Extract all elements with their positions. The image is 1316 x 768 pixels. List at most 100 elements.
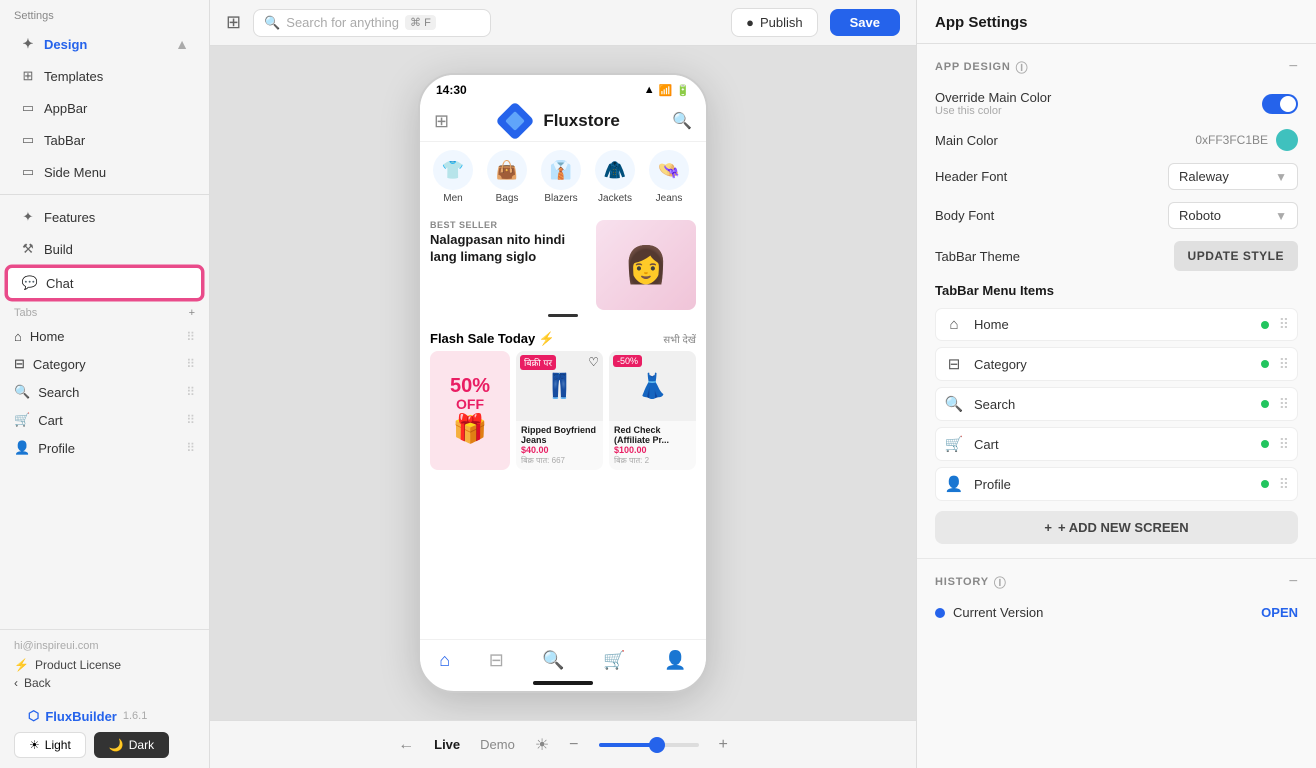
- sidebar-item-features[interactable]: ✦ Features: [6, 202, 203, 232]
- back-button[interactable]: ‹ Back: [14, 676, 195, 690]
- jeans-label: Jeans: [656, 193, 683, 204]
- zoom-in-button[interactable]: +: [719, 736, 728, 754]
- tabbar-category[interactable]: ⊟: [489, 650, 504, 671]
- sidebar-item-templates[interactable]: ⊞ Templates: [6, 61, 203, 91]
- menu-search-drag[interactable]: ⠿: [1279, 396, 1289, 413]
- light-theme-button[interactable]: ☀ Light: [14, 732, 86, 758]
- sidebar-item-sidemenu[interactable]: ▭ Side Menu: [6, 157, 203, 187]
- tabbar-search[interactable]: 🔍: [542, 650, 564, 671]
- sidebar-item-build[interactable]: ⚒ Build: [6, 234, 203, 264]
- search-app-icon[interactable]: 🔍: [672, 111, 692, 131]
- override-color-toggle[interactable]: [1262, 94, 1298, 114]
- tab-item-cart[interactable]: 🛒 Cart ⠿: [0, 406, 209, 434]
- header-font-select[interactable]: Raleway ▼: [1168, 163, 1298, 190]
- collapse-button[interactable]: ▲: [175, 36, 189, 52]
- menu-item-search[interactable]: 🔍 Search ⠿: [935, 387, 1298, 421]
- product-2-info: Red Check (Affiliate Pr... $100.00 बिक्र…: [609, 421, 696, 470]
- product-promo-card[interactable]: 50% OFF 🎁: [430, 351, 510, 470]
- fluxbuilder-brand[interactable]: ⬡ FluxBuilder 1.6.1: [14, 700, 195, 732]
- publish-button[interactable]: ● Publish: [731, 8, 818, 37]
- cart-drag-handle[interactable]: ⠿: [186, 413, 195, 427]
- menu-profile-label: Profile: [974, 477, 1251, 492]
- product-card-2[interactable]: 👗 -50% Red Check (Affiliate Pr... $100.0…: [609, 351, 696, 470]
- body-font-chevron: ▼: [1275, 209, 1287, 223]
- blazers-icon: 👔: [541, 150, 581, 190]
- demo-label[interactable]: Demo: [480, 737, 515, 752]
- history-collapse[interactable]: −: [1289, 573, 1298, 591]
- nav-back-button[interactable]: ←: [398, 736, 414, 754]
- sidebar-item-chat[interactable]: 💬 Chat: [6, 266, 203, 300]
- jackets-icon: 🧥: [595, 150, 635, 190]
- tab-item-profile[interactable]: 👤 Profile ⠿: [0, 434, 209, 462]
- app-design-collapse[interactable]: −: [1289, 58, 1298, 76]
- battery-icon: 🔋: [676, 84, 690, 97]
- tabbar-icon: ▭: [20, 132, 36, 148]
- category-bags[interactable]: 👜 Bags: [484, 150, 530, 204]
- menu-cart-drag[interactable]: ⠿: [1279, 436, 1289, 453]
- product-card-1[interactable]: 👖 बिक्री पर ♡ Ripped Boyfriend Jeans $40…: [516, 351, 603, 470]
- tab-item-home[interactable]: ⌂ Home ⠿: [0, 323, 209, 350]
- menu-item-cart[interactable]: 🛒 Cart ⠿: [935, 427, 1298, 461]
- live-label[interactable]: Live: [434, 737, 460, 752]
- brightness-icon[interactable]: ☀: [535, 735, 549, 755]
- flash-link[interactable]: सभी देखें: [663, 332, 696, 346]
- history-section-label: HISTORY: [935, 576, 989, 588]
- zoom-slider[interactable]: [599, 743, 699, 747]
- tabbar-theme-label: TabBar Theme: [935, 249, 1020, 264]
- profile-drag-handle[interactable]: ⠿: [186, 441, 195, 455]
- category-jackets[interactable]: 🧥 Jackets: [592, 150, 638, 204]
- phone-app-header: ⊞ Fluxstore 🔍: [420, 101, 706, 142]
- phone-status-bar: 14:30 ▲ 📶 🔋: [420, 75, 706, 101]
- update-style-button[interactable]: UPDATE STYLE: [1174, 241, 1298, 271]
- add-tab-button[interactable]: +: [189, 307, 195, 319]
- tab-item-search[interactable]: 🔍 Search ⠿: [0, 378, 209, 406]
- menu-item-home[interactable]: ⌂ Home ⠿: [935, 308, 1298, 341]
- color-swatch: 0xFF3FC1BE: [1195, 129, 1298, 151]
- menu-icon: ⊞: [434, 111, 449, 132]
- history-info-icon: ⓘ: [994, 574, 1007, 591]
- menu-home-label: Home: [974, 317, 1251, 332]
- save-button[interactable]: Save: [830, 9, 900, 36]
- history-open-button[interactable]: OPEN: [1261, 605, 1298, 620]
- menu-item-category[interactable]: ⊟ Category ⠿: [935, 347, 1298, 381]
- main-area: ⊞ 🔍 Search for anything ⌘ F ● Publish Sa…: [210, 0, 916, 768]
- sidebar-item-design[interactable]: ✦ Design ▲: [6, 29, 203, 59]
- product-1-price: $40.00: [521, 445, 598, 455]
- category-men[interactable]: 👕 Men: [430, 150, 476, 204]
- tab-item-category[interactable]: ⊟ Category ⠿: [0, 350, 209, 378]
- grid-icon[interactable]: ⊞: [226, 12, 241, 33]
- sidebar-item-tabbar[interactable]: ▭ TabBar: [6, 125, 203, 155]
- color-dot[interactable]: [1276, 129, 1298, 151]
- history-current-row: Current Version OPEN: [935, 605, 1298, 620]
- phone-categories: 👕 Men 👜 Bags 👔 Blazers 🧥 Jackets 👒: [420, 142, 706, 212]
- category-jeans[interactable]: 👒 Jeans: [646, 150, 692, 204]
- menu-profile-drag[interactable]: ⠿: [1279, 476, 1289, 493]
- sidebar-item-appbar[interactable]: ▭ AppBar: [6, 93, 203, 123]
- tabbar-home[interactable]: ⌂: [439, 650, 450, 671]
- category-drag-handle[interactable]: ⠿: [186, 357, 195, 371]
- add-screen-button[interactable]: + + ADD NEW SCREEN: [935, 511, 1298, 544]
- product-2-name: Red Check (Affiliate Pr...: [614, 425, 691, 445]
- templates-icon: ⊞: [20, 68, 36, 84]
- features-label: Features: [44, 210, 95, 225]
- search-bar[interactable]: 🔍 Search for anything ⌘ F: [253, 9, 491, 37]
- tabbar-profile[interactable]: 👤: [664, 650, 686, 671]
- dark-theme-button[interactable]: 🌙 Dark: [94, 732, 169, 758]
- body-font-select[interactable]: Roboto ▼: [1168, 202, 1298, 229]
- cart-tab-icon: 🛒: [14, 412, 30, 428]
- main-color-row: Main Color 0xFF3FC1BE: [935, 129, 1298, 151]
- search-drag-handle[interactable]: ⠿: [186, 385, 195, 399]
- home-drag-handle[interactable]: ⠿: [186, 330, 195, 344]
- fluxbuilder-version: 1.6.1: [123, 710, 147, 722]
- use-this-color-sub: Use this color: [935, 105, 1051, 117]
- menu-home-drag[interactable]: ⠿: [1279, 316, 1289, 333]
- category-blazers[interactable]: 👔 Blazers: [538, 150, 584, 204]
- sidemenu-label: Side Menu: [44, 165, 106, 180]
- menu-category-drag[interactable]: ⠿: [1279, 356, 1289, 373]
- tabbar-cart[interactable]: 🛒: [603, 650, 625, 671]
- zoom-out-button[interactable]: −: [569, 736, 578, 754]
- menu-item-profile[interactable]: 👤 Profile ⠿: [935, 467, 1298, 501]
- app-settings-header: App Settings: [917, 0, 1316, 44]
- product-license-link[interactable]: ⚡ Product License: [14, 658, 195, 672]
- build-label: Build: [44, 242, 73, 257]
